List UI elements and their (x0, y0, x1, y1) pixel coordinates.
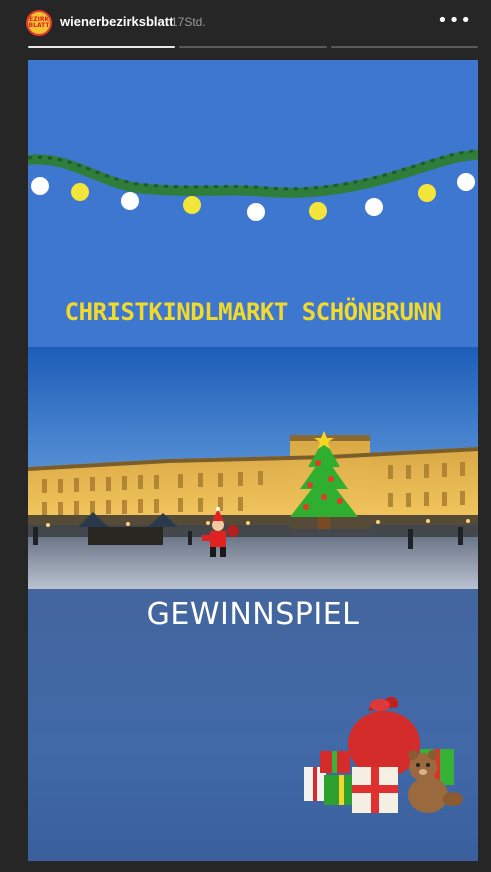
story-title: CHRISTKINDLMARKT SCHÖNBRUNN (64, 298, 442, 326)
profile-avatar[interactable]: BEZIRKS BLATT (26, 10, 52, 36)
gifts-illustration (304, 696, 463, 813)
progress-segment (179, 46, 327, 48)
more-icon[interactable]: ••• (437, 10, 472, 31)
avatar-logo-text: BEZIRKS BLATT (26, 16, 52, 29)
schoenbrunn-photo (28, 347, 478, 589)
contest-panel: GEWINNSPIEL (28, 589, 478, 861)
progress-segment (330, 46, 478, 48)
post-time: 17Std. (171, 15, 206, 29)
title-panel: CHRISTKINDLMARKT SCHÖNBRUNN (28, 60, 478, 347)
string-lights-illustration (28, 149, 478, 221)
story-header: BEZIRKS BLATT wienerbezirksblatt 17Std. … (26, 8, 476, 38)
progress-segment (28, 46, 176, 48)
story-content[interactable]: CHRISTKINDLMARKT SCHÖNBRUNN GEWINNSPIEL (28, 60, 478, 861)
story-progress-bar (28, 46, 478, 48)
username[interactable]: wienerbezirksblatt (60, 14, 173, 29)
